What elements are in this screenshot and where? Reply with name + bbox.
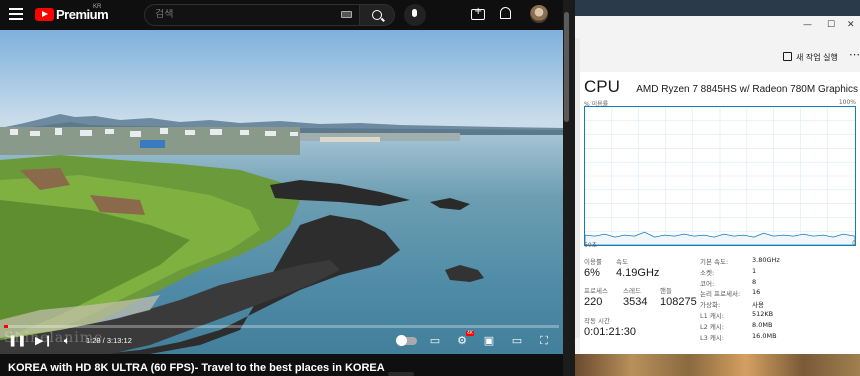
desktop-wallpaper-strip xyxy=(575,354,860,376)
notifications-bell-icon[interactable] xyxy=(500,7,511,19)
title-bar: — ☐ ✕ xyxy=(575,16,860,38)
detail-key: L2 캐시: xyxy=(700,322,724,331)
settings-gear-icon[interactable]: ⚙ xyxy=(455,334,469,348)
utilization-value: 6% xyxy=(584,267,600,279)
task-manager-window: — ☐ ✕ 새 작업 실행 ⋯ CPU AMD Ryzen 7 8845HS w… xyxy=(575,0,860,376)
quality-badge: 4K xyxy=(466,331,474,336)
utilization-label: 이용률 xyxy=(584,258,602,266)
next-icon[interactable]: ▶❙ xyxy=(35,334,53,348)
scrollbar[interactable] xyxy=(563,0,570,376)
scrollbar-thumb[interactable] xyxy=(564,12,569,122)
maximize-icon[interactable]: ☐ xyxy=(827,20,835,30)
new-task-icon xyxy=(783,52,792,61)
detail-key: 소켓: xyxy=(700,268,715,277)
video-controls: ❚❚ ▶❙ 🔈︎ 1:28 / 3:13:12 ▭ ⚙ 4K ▣ ▭ ⛶ xyxy=(0,328,563,354)
cpu-usage-graph xyxy=(584,106,856,246)
threads-value: 3534 xyxy=(623,296,648,308)
detail-value: 16 xyxy=(752,288,761,297)
subscribe-chip[interactable] xyxy=(388,372,414,376)
more-options-icon[interactable]: ⋯ xyxy=(849,48,860,61)
uptime-label: 작동 시간 xyxy=(584,317,610,325)
processes-label: 프로세스 xyxy=(584,287,608,295)
detail-value: 512KB xyxy=(752,310,774,318)
threads-label: 스레드 xyxy=(623,287,641,295)
theater-mode-icon[interactable]: ▭ xyxy=(510,334,524,348)
toolbar: 새 작업 실행 ⋯ xyxy=(575,38,860,72)
speed-value: 4.19GHz xyxy=(616,267,660,279)
detail-key: 논리 프로세서: xyxy=(700,290,741,299)
detail-key: L1 캐시: xyxy=(700,312,724,320)
autoplay-toggle[interactable] xyxy=(396,335,417,346)
graph-zero-label: 0 xyxy=(852,240,856,247)
microphone-icon[interactable] xyxy=(404,4,426,26)
processes-value: 220 xyxy=(584,296,603,308)
new-task-button[interactable]: 새 작업 실행 xyxy=(796,52,838,63)
region-code: KR xyxy=(93,4,102,10)
detail-key: 코어: xyxy=(700,279,715,288)
video-player[interactable]: Shinelanime ❚❚ ▶❙ 🔈︎ 1:28 / 3:13:12 ▭ ⚙ … xyxy=(0,30,563,354)
detail-value: 1 xyxy=(752,266,757,275)
subtitles-icon[interactable]: ▭ xyxy=(428,334,442,348)
detail-value: 8.0MB xyxy=(752,320,773,329)
create-video-icon[interactable] xyxy=(471,6,485,20)
search-input[interactable] xyxy=(155,9,335,20)
handles-label: 핸들 xyxy=(660,287,672,295)
cpu-heading: CPU xyxy=(584,77,620,96)
youtube-logo-icon[interactable] xyxy=(35,8,54,21)
speed-label: 속도 xyxy=(616,258,628,266)
video-title: KOREA with HD 8K ULTRA (60 FPS)- Travel … xyxy=(8,362,385,374)
detail-value: 사용 xyxy=(752,301,764,310)
cpu-panel: CPU AMD Ryzen 7 8845HS w/ Radeon 780M Gr… xyxy=(580,72,860,354)
cpu-model: AMD Ryzen 7 8845HS w/ Radeon 780M Graphi… xyxy=(636,84,858,95)
search-icon xyxy=(372,10,382,20)
desktop: Premium KR 검색 + Shinelanime ❚❚ ▶❙ 🔈︎ 1:2… xyxy=(0,0,860,376)
minimize-icon[interactable]: — xyxy=(803,20,812,30)
keyboard-icon[interactable] xyxy=(341,11,352,18)
uptime-value: 0:01:21:30 xyxy=(584,326,636,338)
detail-key: L3 캐시: xyxy=(700,333,724,342)
detail-key: 기본 속도: xyxy=(700,258,729,266)
avatar[interactable] xyxy=(530,5,548,23)
window-top-strip xyxy=(575,0,860,16)
youtube-header: Premium KR xyxy=(0,0,570,30)
graph-label-max: 100% xyxy=(838,99,856,106)
detail-value: 8 xyxy=(752,277,757,286)
detail-value: 16.0MB xyxy=(752,331,777,340)
detail-value: 3.80GHz xyxy=(752,256,780,264)
close-icon[interactable]: ✕ xyxy=(847,20,855,30)
search-button[interactable] xyxy=(360,4,395,26)
detail-key: 가상화: xyxy=(700,301,721,310)
handles-value: 108275 xyxy=(660,296,697,308)
volume-icon[interactable]: 🔈︎ xyxy=(60,334,74,348)
menu-icon[interactable] xyxy=(9,8,23,20)
search-box xyxy=(144,4,360,26)
pause-icon[interactable]: ❚❚ xyxy=(8,334,26,348)
miniplayer-icon[interactable]: ▣ xyxy=(482,334,496,348)
fullscreen-icon[interactable]: ⛶ xyxy=(537,334,551,348)
time-display: 1:28 / 3:13:12 xyxy=(86,336,132,345)
youtube-window: Premium KR 검색 + Shinelanime ❚❚ ▶❙ 🔈︎ 1:2… xyxy=(0,0,570,376)
graph-time-label: 60초 xyxy=(584,242,598,249)
